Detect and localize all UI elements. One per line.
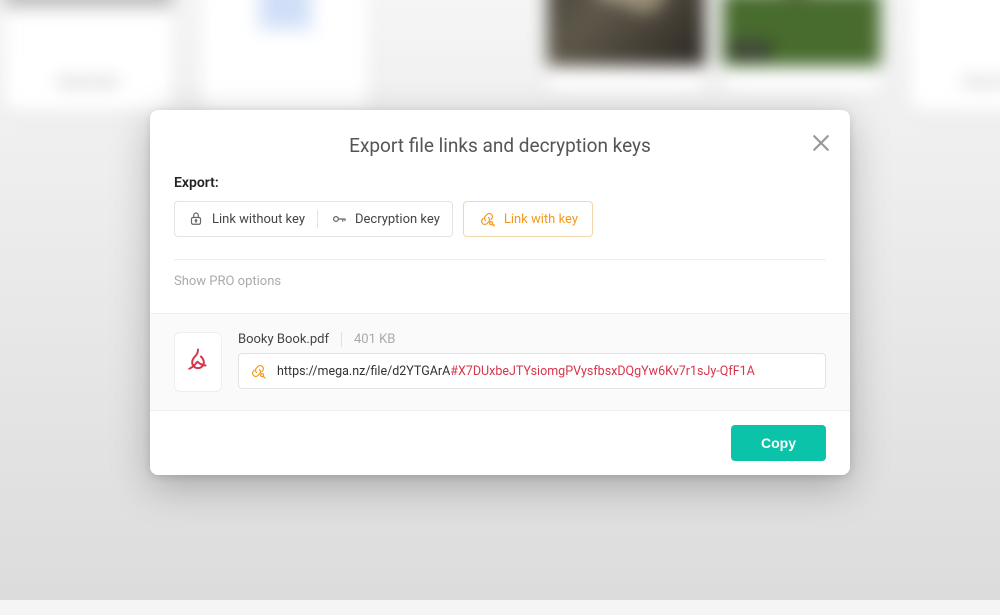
key-icon (330, 210, 348, 228)
link-with-key-icon (249, 362, 267, 380)
dialog-body: Export: Link without key (150, 175, 850, 313)
dialog-footer: Copy (150, 410, 850, 475)
options-separator (317, 210, 318, 228)
show-pro-options[interactable]: Show PRO options (174, 259, 826, 295)
option-link-without-key-label: Link without key (212, 212, 305, 227)
option-link-without-key[interactable]: Link without key (187, 210, 305, 228)
close-icon (812, 134, 830, 152)
link-text: https://mega.nz/file/d2YTGArA#X7DUxbeJTY… (277, 364, 755, 379)
pdf-icon (184, 346, 212, 378)
close-button[interactable] (810, 132, 832, 154)
link-base: https://mega.nz/file/d2YTGArA (277, 364, 450, 379)
option-link-with-key[interactable]: Link with key (463, 201, 593, 237)
copy-button[interactable]: Copy (731, 425, 826, 461)
option-decryption-key[interactable]: Decryption key (330, 210, 440, 228)
lock-icon (187, 210, 205, 228)
file-size: 401 KB (341, 332, 395, 347)
show-pro-options-label: Show PRO options (174, 274, 281, 289)
export-label: Export: (174, 175, 826, 191)
link-key-fragment: #X7DUxbeJTYsiomgPVysfbsxDQgYw6Kv7r1sJy-Q… (450, 364, 755, 379)
option-decryption-key-label: Decryption key (355, 212, 440, 227)
file-details: Booky Book.pdf 401 KB https://mega.nz/fi… (238, 332, 826, 389)
link-with-key-icon (478, 210, 496, 228)
option-link-with-key-label: Link with key (504, 212, 578, 227)
file-name: Booky Book.pdf (238, 332, 329, 347)
export-options-row: Link without key Decryption key (174, 201, 826, 237)
link-field[interactable]: https://mega.nz/file/d2YTGArA#X7DUxbeJTY… (238, 353, 826, 389)
dialog-title: Export file links and decryption keys (174, 134, 826, 157)
export-links-dialog: Export file links and decryption keys Ex… (150, 110, 850, 475)
file-type-badge (174, 332, 222, 392)
dialog-header: Export file links and decryption keys (150, 110, 850, 175)
file-panel: Booky Book.pdf 401 KB https://mega.nz/fi… (150, 313, 850, 410)
export-options-group: Link without key Decryption key (174, 201, 453, 237)
